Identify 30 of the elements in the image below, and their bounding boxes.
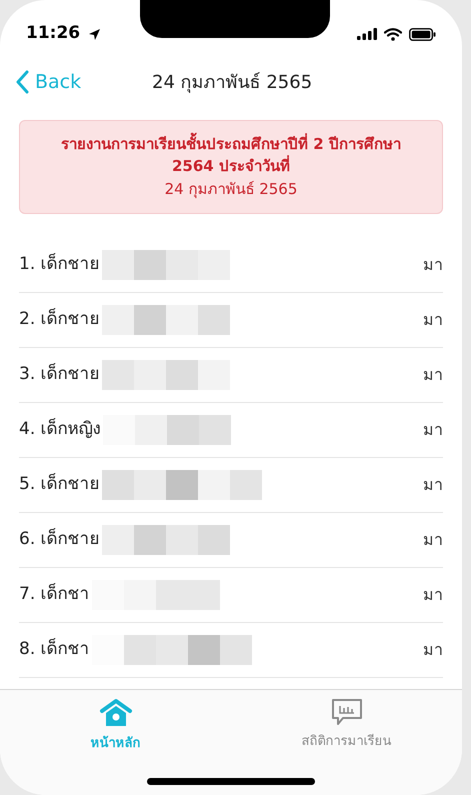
attendance-status: มา: [423, 584, 443, 606]
student-label: 4. เด็กหญิง: [19, 417, 101, 442]
student-label: 2. เด็กชาย: [19, 307, 100, 332]
chevron-left-icon: [16, 70, 29, 94]
wifi-icon: [384, 28, 402, 40]
house-icon: [98, 698, 132, 728]
attendance-status: มา: [423, 639, 443, 661]
report-heading: รายงานการมาเรียนชั้นประถมศึกษาปีที่ 2 ปีการศึกษา 2564 ประจำวันที่: [40, 133, 422, 177]
student-label: 8. เด็กชา: [19, 637, 90, 662]
screen-title: 24 กุมภาพันธ์ 2565: [152, 70, 312, 95]
signal-icon: [357, 28, 377, 40]
status-time: 11:26: [26, 22, 80, 46]
tab-bar-item[interactable]: สถิติการมาเรียน: [266, 698, 426, 754]
student-label: 1. เด็กชาย: [19, 252, 100, 276]
battery-icon: [409, 28, 436, 40]
attendance-status: มา: [423, 474, 443, 496]
student-label: 3. เด็กชาย: [19, 362, 100, 386]
attendance-status: มา: [423, 364, 443, 386]
attendance-status: มา: [423, 309, 443, 331]
attendance-status: มา: [423, 419, 443, 441]
back-button[interactable]: Back: [16, 68, 82, 96]
chart-bubble-icon: [330, 698, 362, 726]
tab-bar-item[interactable]: หน้าหลัก: [36, 698, 196, 754]
report-date: 24 กุมภาพันธ์ 2565: [164, 179, 298, 200]
location-arrow-icon: [88, 28, 102, 40]
attendance-status: มา: [423, 254, 443, 276]
student-label: 6. เด็กชาย: [19, 527, 100, 552]
student-label: 7. เด็กชา: [19, 582, 90, 606]
attendance-status: มา: [423, 529, 443, 551]
student-label: 5. เด็กชาย: [19, 472, 100, 496]
